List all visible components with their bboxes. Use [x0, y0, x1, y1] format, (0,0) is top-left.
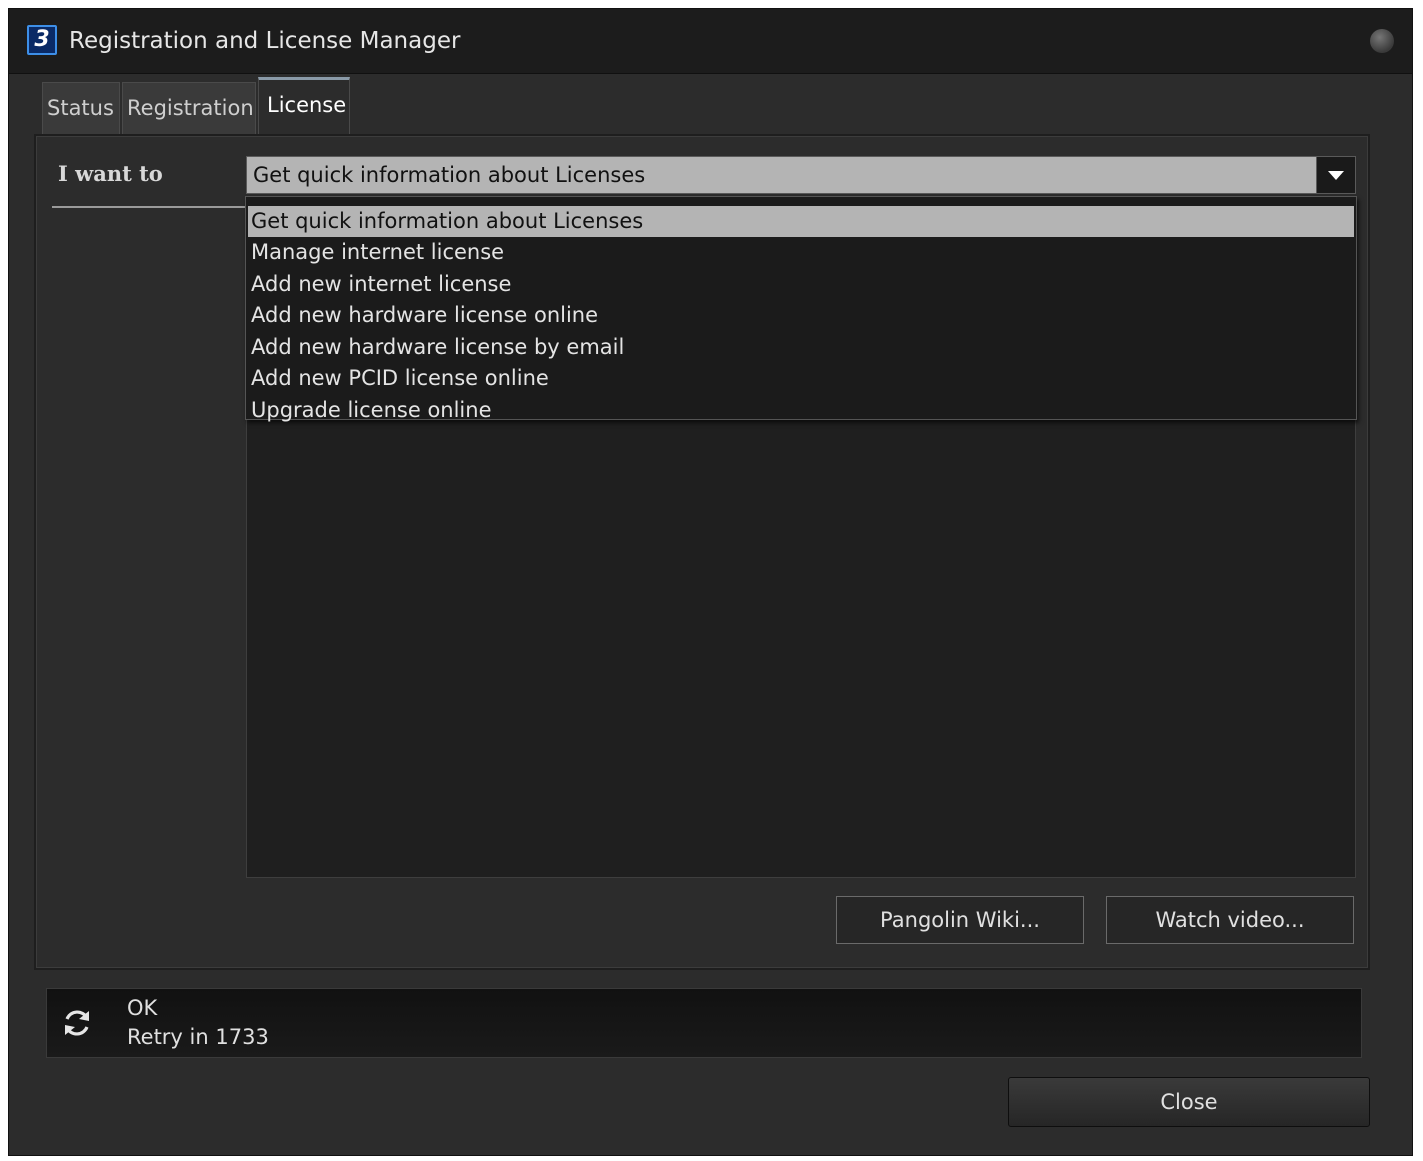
dropdown-option[interactable]: Add new internet license [248, 269, 1354, 300]
chevron-down-icon [1328, 171, 1344, 180]
dropdown-option[interactable]: Get quick information about Licenses [248, 206, 1354, 237]
tab-license[interactable]: License [258, 77, 350, 135]
tab-registration[interactable]: Registration [122, 82, 256, 134]
watch-video-button[interactable]: Watch video... [1106, 896, 1354, 944]
dropdown-option[interactable]: Manage internet license [248, 237, 1354, 268]
title-bar[interactable]: 3 Registration and License Manager [9, 9, 1412, 74]
status-text: OK [127, 996, 158, 1020]
dropdown-option[interactable]: Add new PCID license online [248, 363, 1354, 394]
divider [52, 206, 248, 208]
dropdown-option[interactable]: Add new hardware license by email [248, 332, 1354, 363]
dropdown-option[interactable]: Upgrade license online [248, 395, 1354, 426]
window-orb-icon[interactable] [1370, 29, 1394, 53]
i-want-to-dropdown-list: Get quick information about Licenses Man… [245, 196, 1357, 422]
refresh-icon[interactable] [60, 1006, 94, 1040]
select-current-value: Get quick information about Licenses [253, 163, 646, 187]
window-title: Registration and License Manager [69, 28, 461, 54]
i-want-to-select[interactable]: Get quick information about Licenses [246, 156, 1356, 194]
pangolin-wiki-button[interactable]: Pangolin Wiki... [836, 896, 1084, 944]
close-button[interactable]: Close [1008, 1077, 1370, 1127]
i-want-to-label: I want to [58, 161, 163, 186]
tab-status[interactable]: Status [42, 82, 120, 134]
dropdown-option[interactable]: Add new hardware license online [248, 300, 1354, 331]
app-logo-icon: 3 [27, 25, 57, 55]
select-dropdown-button[interactable] [1316, 157, 1355, 193]
retry-countdown-text: Retry in 1733 [127, 1025, 269, 1049]
